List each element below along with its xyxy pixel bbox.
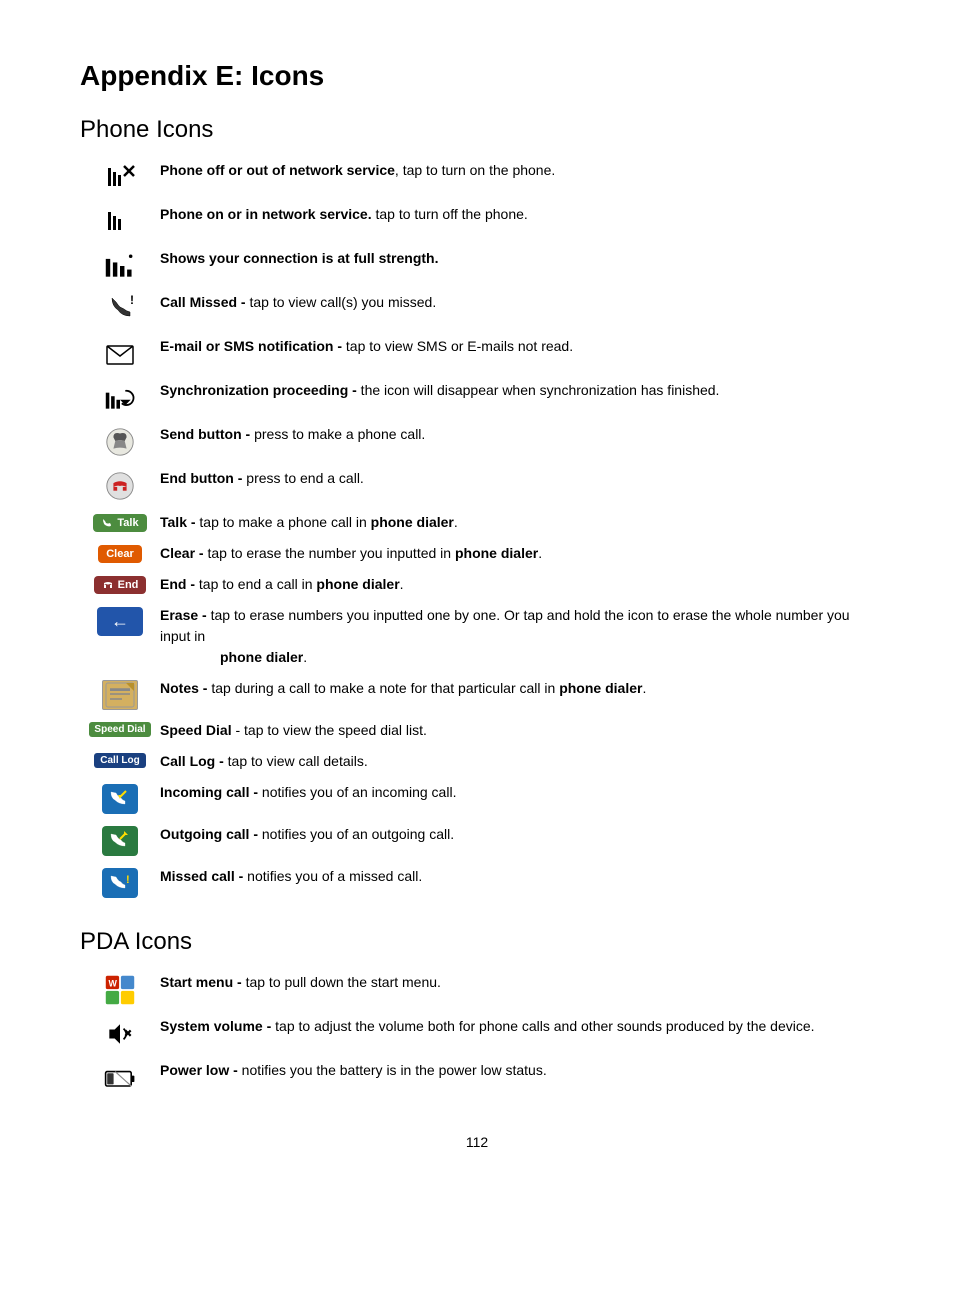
list-item: Send button - press to make a phone call…	[80, 424, 874, 458]
system-volume-icon	[80, 1016, 160, 1050]
end-btn2-icon: End	[80, 574, 160, 594]
phone-off-icon	[80, 160, 160, 194]
missed-call-icon: !	[80, 866, 160, 898]
list-item: Talk Talk - tap to make a phone call in …	[80, 512, 874, 533]
speed-dial-icon: Speed Dial	[80, 720, 160, 737]
list-item: Call Log Call Log - tap to view call det…	[80, 751, 874, 772]
erase-btn-icon: ←	[80, 605, 160, 636]
power-low-desc: Power low - notifies you the battery is …	[160, 1060, 874, 1081]
email-desc: E-mail or SMS notification - tap to view…	[160, 336, 874, 357]
send-button-desc: Send button - press to make a phone call…	[160, 424, 874, 445]
email-icon	[80, 336, 160, 370]
svg-text:!: !	[126, 874, 130, 886]
clear-button[interactable]: Clear	[98, 545, 142, 563]
list-item: Shows your connection is at full strengt…	[80, 248, 874, 282]
sync-icon	[80, 380, 160, 414]
talk-btn-icon: Talk	[80, 512, 160, 532]
end-button-2[interactable]: End	[94, 576, 147, 594]
talk-button[interactable]: Talk	[93, 514, 146, 532]
list-item: Phone on or in network service. tap to t…	[80, 204, 874, 238]
call-missed-icon: !	[80, 292, 160, 326]
list-item: W Start menu - tap to pull down the star…	[80, 972, 874, 1006]
list-item: End End - tap to end a call in phone dia…	[80, 574, 874, 595]
incoming-call-desc: Incoming call - notifies you of an incom…	[160, 782, 874, 803]
power-low-icon	[80, 1060, 160, 1094]
svg-text:W: W	[108, 978, 117, 988]
list-item: Clear Clear - tap to erase the number yo…	[80, 543, 874, 564]
list-item: E-mail or SMS notification - tap to view…	[80, 336, 874, 370]
start-menu-icon: W	[80, 972, 160, 1006]
phone-icons-title: Phone Icons	[80, 116, 874, 144]
end-desc: End - tap to end a call in phone dialer.	[160, 574, 874, 595]
sync-desc: Synchronization proceeding - the icon wi…	[160, 380, 874, 401]
phone-off-desc: Phone off or out of network service, tap…	[160, 160, 874, 181]
list-item: System volume - tap to adjust the volume…	[80, 1016, 874, 1050]
end-button-desc: End button - press to end a call.	[160, 468, 874, 489]
call-missed-desc: Call Missed - tap to view call(s) you mi…	[160, 292, 874, 313]
erase-desc: Erase - tap to erase numbers you inputte…	[160, 605, 874, 668]
call-log-icon: Call Log	[80, 751, 160, 768]
full-strength-desc: Shows your connection is at full strengt…	[160, 248, 874, 269]
clear-desc: Clear - tap to erase the number you inpu…	[160, 543, 874, 564]
speed-dial-desc: Speed Dial - tap to view the speed dial …	[160, 720, 874, 741]
list-item: ! Call Missed - tap to view call(s) you …	[80, 292, 874, 326]
pda-section: PDA Icons W Start menu - tap to pull dow…	[80, 928, 874, 1094]
page-title: Appendix E: Icons	[80, 60, 874, 92]
incoming-call-box	[102, 784, 138, 814]
talk-desc: Talk - tap to make a phone call in phone…	[160, 512, 874, 533]
erase-button[interactable]: ←	[97, 607, 143, 636]
speed-dial-button[interactable]: Speed Dial	[89, 722, 150, 737]
start-menu-desc: Start menu - tap to pull down the start …	[160, 972, 874, 993]
pda-icons-title: PDA Icons	[80, 928, 874, 956]
list-item: Outgoing call - notifies you of an outgo…	[80, 824, 874, 856]
call-log-desc: Call Log - tap to view call details.	[160, 751, 874, 772]
phone-on-icon	[80, 204, 160, 238]
call-log-button[interactable]: Call Log	[94, 753, 145, 768]
list-item: Synchronization proceeding - the icon wi…	[80, 380, 874, 414]
missed-call-box: !	[102, 868, 138, 898]
list-item: Speed Dial Speed Dial - tap to view the …	[80, 720, 874, 741]
clear-btn-icon: Clear	[80, 543, 160, 563]
phone-icons-list: Phone off or out of network service, tap…	[80, 160, 874, 898]
outgoing-call-icon	[80, 824, 160, 856]
list-item: ← Erase - tap to erase numbers you input…	[80, 605, 874, 668]
list-item: Incoming call - notifies you of an incom…	[80, 782, 874, 814]
end-button-icon	[80, 468, 160, 502]
list-item: ! Missed call - notifies you of a missed…	[80, 866, 874, 898]
svg-text:!: !	[130, 294, 134, 307]
notes-icon	[80, 678, 160, 710]
list-item: Notes - tap during a call to make a note…	[80, 678, 874, 710]
missed-call-2-desc: Missed call - notifies you of a missed c…	[160, 866, 874, 887]
page-number: 112	[80, 1134, 874, 1150]
outgoing-call-box	[102, 826, 138, 856]
list-item: Phone off or out of network service, tap…	[80, 160, 874, 194]
phone-on-desc: Phone on or in network service. tap to t…	[160, 204, 874, 225]
pda-icons-list: W Start menu - tap to pull down the star…	[80, 972, 874, 1094]
list-item: Power low - notifies you the battery is …	[80, 1060, 874, 1094]
outgoing-call-desc: Outgoing call - notifies you of an outgo…	[160, 824, 874, 845]
notes-desc: Notes - tap during a call to make a note…	[160, 678, 874, 699]
full-strength-icon	[80, 248, 160, 282]
send-button-icon	[80, 424, 160, 458]
list-item: End button - press to end a call.	[80, 468, 874, 502]
incoming-call-icon	[80, 782, 160, 814]
system-volume-desc: System volume - tap to adjust the volume…	[160, 1016, 874, 1037]
